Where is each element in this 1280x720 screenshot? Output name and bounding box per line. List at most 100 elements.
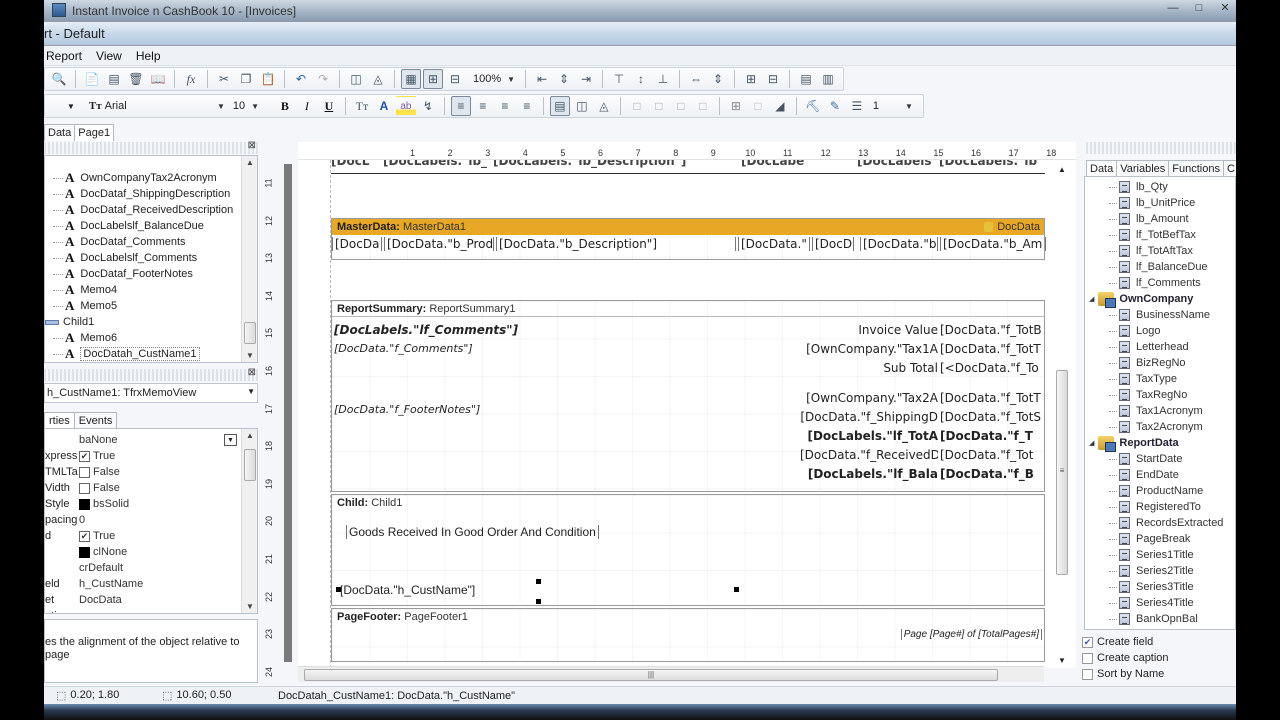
tab-data[interactable]: Data — [44, 124, 76, 141]
italic-button[interactable]: I — [297, 96, 317, 116]
field-node[interactable]: PageBreak — [1085, 531, 1235, 547]
summary-label-memo[interactable]: Invoice Value — [800, 323, 938, 337]
field-memo[interactable]: [DocData." — [738, 237, 810, 251]
scroll-thumb[interactable]: ||| — [304, 669, 998, 681]
summary-value-memo[interactable]: [<DocData."f_To — [940, 361, 1044, 375]
close-panel-icon[interactable]: ⊠ — [248, 140, 256, 151]
scroll-down-icon[interactable]: ▼ — [242, 602, 257, 611]
tree-memo-item[interactable]: A DocDataf_ShippingDescription — [45, 186, 257, 202]
resize-handle[interactable] — [734, 587, 739, 592]
property-value[interactable]: ✔ True — [79, 530, 115, 542]
page-footer-band[interactable]: PageFooter: PageFooter1 Page [Page#] of … — [331, 608, 1045, 662]
page-number-memo[interactable]: Page [Page#] of [TotalPages#] — [900, 629, 1042, 640]
property-row[interactable]: TMLTa False — [45, 464, 257, 480]
checkbox-unchecked[interactable] — [79, 466, 90, 478]
text-align-right-icon[interactable]: ≡ — [495, 96, 515, 116]
field-node[interactable]: lf_BalanceDue — [1085, 259, 1235, 275]
text-align-justify-icon[interactable]: ≡ — [517, 96, 537, 116]
option-checkbox-row[interactable]: ✔ Create field — [1082, 634, 1169, 650]
summary-label-memo[interactable]: [DocData."f_ShippingD — [800, 410, 938, 424]
align-center-icon[interactable]: ⇕ — [554, 69, 574, 89]
text-align-left-icon[interactable]: ≡ — [450, 96, 471, 116]
header-memo[interactable]: [DocLabels."lb_Description"] — [493, 160, 691, 168]
align-bottom-icon[interactable]: ⊥ — [653, 69, 673, 89]
property-row[interactable]: clNone — [45, 544, 257, 560]
field-node[interactable]: TaxRegNo — [1085, 387, 1235, 403]
property-row[interactable]: baNone ▼ — [45, 432, 257, 448]
center-vertical-icon[interactable]: ⊟ — [763, 69, 783, 89]
underline-button[interactable]: U — [319, 96, 339, 116]
field-node[interactable]: StartDate — [1085, 451, 1235, 467]
font-color-icon[interactable]: A — [374, 96, 394, 116]
canvas-vertical-scrollbar[interactable]: ▲ ≡ ▼ — [1054, 165, 1070, 665]
font-settings-icon[interactable]: Tт — [352, 96, 372, 116]
redo-icon[interactable]: ↷ — [313, 69, 333, 89]
tab-properties[interactable]: rties — [44, 412, 75, 429]
field-memo[interactable]: [DocData."b_Description"] — [496, 237, 736, 251]
property-row[interactable]: pacing 0 — [45, 512, 257, 528]
tree-memo-item[interactable]: A DocDataf_Comments — [45, 234, 257, 250]
goods-received-memo[interactable]: Goods Received In Good Order And Conditi… — [346, 525, 599, 539]
property-value[interactable]: h_CustName — [79, 578, 143, 590]
frame-none-icon[interactable]: □ — [748, 96, 768, 116]
tab-variables[interactable]: Variables — [1116, 160, 1170, 177]
field-node[interactable]: Tax2Acronym — [1085, 419, 1235, 435]
field-node[interactable]: BankOpnBal — [1085, 611, 1235, 627]
comments-label-memo[interactable]: [DocLabels."lf_Comments"] — [334, 323, 518, 337]
preview-icon[interactable]: 🔍 — [49, 69, 69, 89]
shadow-icon[interactable]: ◢ — [770, 96, 790, 116]
center-horizontal-icon[interactable]: ⊞ — [741, 69, 761, 89]
comments-memo[interactable]: [DocData."f_Comments"] — [334, 342, 473, 355]
align-top-icon[interactable]: ⊤ — [609, 69, 629, 89]
new-dialog-icon[interactable]: ▤ — [104, 69, 124, 89]
frame-all-icon[interactable]: ⊞ — [726, 96, 746, 116]
align-middle-icon[interactable]: ↕ — [631, 69, 651, 89]
property-value[interactable]: False — [79, 466, 120, 478]
field-node[interactable]: lb_UnitPrice — [1085, 195, 1235, 211]
field-node[interactable]: lf_Comments — [1085, 275, 1235, 291]
scroll-thumb[interactable]: ≡ — [1056, 370, 1068, 575]
field-node[interactable]: lf_TotBefTax — [1085, 227, 1235, 243]
align-to-grid-icon[interactable]: ⊞ — [423, 69, 443, 89]
field-node[interactable]: ProductName — [1085, 483, 1235, 499]
fill-color-icon[interactable]: ⛏ — [803, 96, 823, 116]
valign-bottom-icon[interactable]: ◬ — [594, 96, 614, 116]
resize-handle[interactable] — [536, 599, 541, 604]
resize-handle[interactable] — [536, 579, 541, 584]
field-node[interactable]: Letterhead — [1085, 339, 1235, 355]
tree-memo-item[interactable]: A OwnCompanyTax2Acronym — [45, 170, 257, 186]
property-row[interactable]: Vidth False — [45, 480, 257, 496]
field-node[interactable]: Series2Title — [1085, 563, 1235, 579]
field-node[interactable]: Series1Title — [1085, 547, 1235, 563]
summary-label-memo[interactable]: [OwnCompany."Tax1A — [800, 342, 938, 356]
field-node[interactable]: EndDate — [1085, 467, 1235, 483]
field-node[interactable]: lb_Amount — [1085, 211, 1235, 227]
scroll-thumb[interactable] — [244, 449, 256, 481]
field-memo[interactable]: [DocData."b_Prod — [384, 237, 494, 251]
child-band[interactable]: Child: Child1 Goods Received In Good Ord… — [331, 494, 1045, 606]
scroll-down-icon[interactable]: ▼ — [242, 351, 257, 360]
summary-label-memo[interactable]: [DocLabels."lf_TotA — [800, 429, 938, 443]
checkbox-checked[interactable]: ✔ — [79, 450, 90, 462]
property-row[interactable]: et DocData — [45, 592, 257, 608]
same-width-icon[interactable]: ▤ — [796, 69, 816, 89]
datasource-node[interactable]: ◢ ReportData — [1085, 435, 1235, 452]
tab-data-tree[interactable]: Data — [1086, 160, 1118, 177]
font-name-select[interactable]: Tт Arial ▼ — [85, 100, 225, 112]
frame-right-icon[interactable]: □ — [693, 96, 713, 116]
scroll-up-icon[interactable]: ▲ — [242, 158, 257, 167]
undo-icon[interactable]: ↶ — [291, 69, 311, 89]
checkbox-checked[interactable]: ✔ — [79, 530, 90, 542]
field-node[interactable]: RecordsExtracted — [1085, 515, 1235, 531]
dropdown-button[interactable]: ▼ — [224, 434, 237, 446]
field-memo[interactable]: [DocD — [812, 237, 854, 251]
field-node[interactable]: Tax1Acronym — [1085, 403, 1235, 419]
group-icon[interactable]: ◫ — [346, 69, 366, 89]
checkbox-unchecked[interactable] — [1082, 668, 1093, 680]
font-size-select[interactable]: 10 ▼ — [233, 100, 273, 112]
tab-functions[interactable]: Functions — [1168, 160, 1224, 177]
field-node[interactable]: Logo — [1085, 323, 1235, 339]
field-node[interactable]: lb_Qty — [1085, 179, 1235, 195]
summary-value-memo[interactable]: [DocData."f_TotS — [940, 410, 1044, 424]
tree-memo-item[interactable]: A DocDatah_CustName1 — [45, 346, 257, 362]
